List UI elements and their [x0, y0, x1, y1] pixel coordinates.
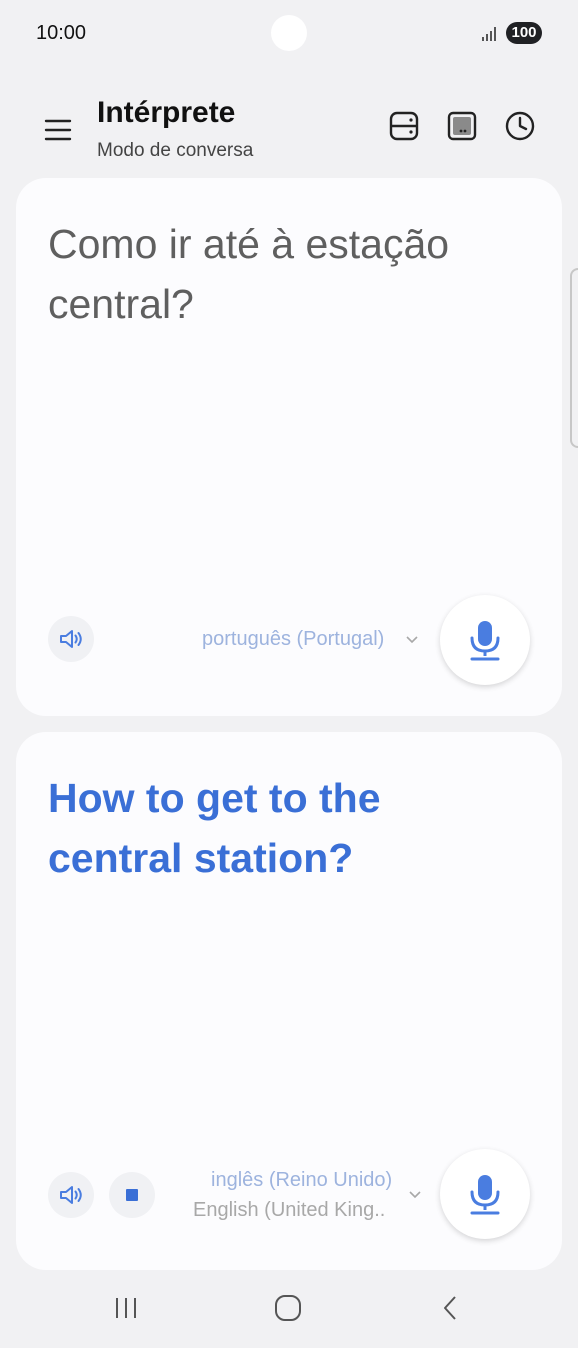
- microphone-icon: [470, 621, 500, 661]
- chevron-down-icon: [409, 1191, 421, 1199]
- navigation-bar: [0, 1278, 578, 1348]
- status-time: 10:00: [36, 22, 87, 44]
- target-language-native: English (United King..: [193, 1199, 386, 1221]
- speaker-icon: [60, 1186, 82, 1204]
- layout-button[interactable]: [386, 108, 422, 144]
- back-icon: [444, 1296, 456, 1320]
- source-mic-button[interactable]: [440, 595, 530, 685]
- back-button[interactable]: [425, 1288, 475, 1328]
- front-camera: [271, 15, 307, 51]
- signal-icon: [482, 27, 496, 41]
- source-card: Como ir até à estação central? português…: [16, 178, 562, 716]
- recent-apps-button[interactable]: [101, 1288, 151, 1328]
- page-subtitle: Modo de conversa: [97, 140, 254, 161]
- stop-icon: [126, 1189, 138, 1201]
- split-screen-icon: [389, 111, 419, 141]
- source-text[interactable]: Como ir até à estação central?: [48, 214, 518, 334]
- target-language-select[interactable]: inglês (Reino Unido): [211, 1169, 392, 1192]
- chevron-down-icon: [406, 636, 418, 644]
- cover-screen-button[interactable]: [444, 108, 480, 144]
- page-title: Intérprete: [97, 96, 236, 129]
- edge-panel-handle[interactable]: [570, 268, 578, 448]
- microphone-icon: [470, 1175, 500, 1215]
- target-card: How to get to the central station? inglê…: [16, 732, 562, 1270]
- history-button[interactable]: [502, 108, 538, 144]
- cover-screen-icon: [447, 111, 477, 141]
- app-bar: Intérprete Modo de conversa: [0, 86, 578, 170]
- source-speaker-button[interactable]: [48, 616, 94, 662]
- home-button[interactable]: [263, 1288, 313, 1328]
- speaker-icon: [60, 630, 82, 648]
- stop-button[interactable]: [109, 1172, 155, 1218]
- menu-button[interactable]: [40, 112, 76, 148]
- history-icon: [505, 111, 535, 141]
- battery-badge: 100: [506, 22, 542, 44]
- target-speaker-button[interactable]: [48, 1172, 94, 1218]
- source-language-select[interactable]: português (Portugal): [202, 628, 384, 651]
- target-mic-button[interactable]: [440, 1149, 530, 1239]
- status-bar: 10:00 100: [0, 0, 578, 66]
- target-text[interactable]: How to get to the central station?: [48, 768, 518, 888]
- home-icon: [275, 1295, 301, 1321]
- menu-icon: [44, 119, 72, 141]
- recent-apps-icon: [116, 1298, 136, 1318]
